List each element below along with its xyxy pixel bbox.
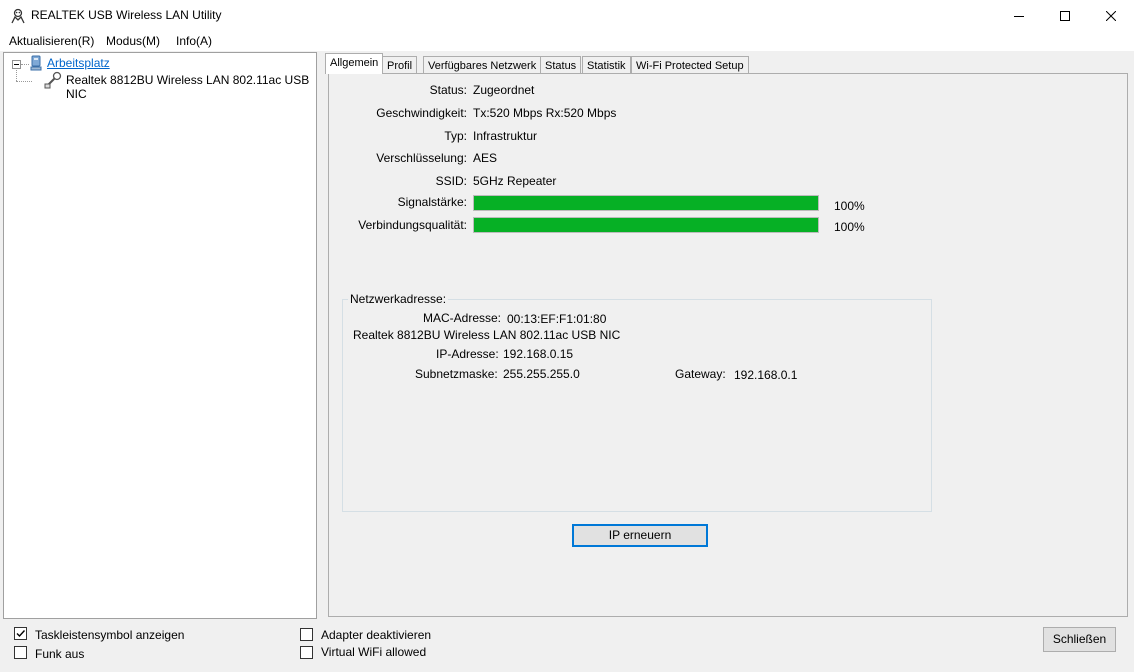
ssid-label: SSID:: [435, 174, 467, 188]
tab-wps[interactable]: Wi-Fi Protected Setup: [631, 56, 749, 74]
disable-adapter-checkbox[interactable]: [300, 628, 313, 641]
device-tree: Arbeitsplatz Realtek 8812BU Wireless LAN…: [3, 52, 317, 619]
subnet-value: 255.255.255.0: [503, 367, 580, 381]
tab-profil[interactable]: Profil: [382, 56, 418, 74]
signal-strength-bar: [473, 195, 819, 211]
disable-adapter-label: Adapter deaktivieren: [321, 628, 432, 642]
quality-label: Verbindungsqualität:: [358, 218, 467, 232]
close-window-button[interactable]: [1088, 0, 1134, 31]
speed-value: Tx:520 Mbps Rx:520 Mbps: [473, 106, 617, 120]
status-value: Zugeordnet: [473, 83, 535, 97]
link-quality-fill: [474, 218, 818, 232]
minimize-button[interactable]: [996, 0, 1042, 31]
menu-modus[interactable]: Modus(M): [106, 34, 160, 48]
adapter-name: Realtek 8812BU Wireless LAN 802.11ac USB…: [353, 328, 621, 342]
virtual-wifi-label: Virtual WiFi allowed: [321, 645, 427, 659]
radio-off-checkbox[interactable]: [14, 646, 27, 659]
menu-info[interactable]: Info(A): [176, 34, 212, 48]
mac-value: 00:13:EF:F1:01:80: [507, 312, 607, 326]
speed-label: Geschwindigkeit:: [376, 106, 467, 120]
checkmark-icon: [16, 630, 26, 638]
subnet-label: Subnetzmaske:: [415, 367, 498, 381]
virtual-wifi-checkbox[interactable]: [300, 646, 313, 659]
tree-item-adapter[interactable]: Realtek 8812BU Wireless LAN 802.11ac USB…: [66, 73, 316, 101]
menu-bar: Aktualisieren(R) Modus(M) Info(A): [0, 31, 1134, 51]
encryption-label: Verschlüsselung:: [376, 151, 467, 165]
close-icon: [1106, 10, 1116, 21]
tab-verfuegbares-netzwerk[interactable]: Verfügbares Netzwerk: [423, 56, 542, 74]
ip-label: IP-Adresse:: [436, 347, 499, 361]
tray-icon-checkbox[interactable]: [14, 627, 27, 640]
tab-status[interactable]: Status: [540, 56, 582, 74]
tree-collapse-toggle[interactable]: [12, 60, 21, 69]
title-bar: REALTEK USB Wireless LAN Utility: [0, 0, 1134, 31]
link-quality-bar: [473, 217, 819, 233]
type-value: Infrastruktur: [473, 129, 538, 143]
renew-ip-button[interactable]: IP erneuern: [572, 524, 708, 547]
computer-icon: [30, 55, 42, 71]
radio-off-label: Funk aus: [35, 647, 85, 661]
tree-root-arbeitsplatz[interactable]: Arbeitsplatz: [47, 56, 110, 70]
mac-label: MAC-Adresse:: [423, 311, 502, 325]
ip-value: 192.168.0.15: [503, 347, 574, 361]
maximize-icon: [1060, 10, 1070, 21]
gateway-value: 192.168.0.1: [734, 368, 798, 382]
tray-icon-label: Taskleistensymbol anzeigen: [35, 628, 185, 642]
close-button[interactable]: Schließen: [1043, 627, 1116, 652]
network-address-title: Netzwerkadresse:: [348, 292, 449, 306]
minimize-icon: [1014, 15, 1024, 17]
type-label: Typ:: [444, 129, 467, 143]
tree-connector: [16, 81, 32, 82]
status-label: Status:: [429, 83, 467, 97]
ssid-value: 5GHz Repeater: [473, 174, 557, 188]
encryption-value: AES: [473, 151, 498, 165]
gateway-label: Gateway:: [675, 367, 726, 381]
tree-connector: [16, 70, 17, 81]
signal-label: Signalstärke:: [397, 195, 467, 209]
menu-aktualisieren[interactable]: Aktualisieren(R): [9, 34, 94, 48]
network-adapter-icon: [44, 71, 62, 89]
window-title: REALTEK USB Wireless LAN Utility: [31, 8, 222, 22]
realtek-app-icon: [11, 8, 25, 24]
maximize-button[interactable]: [1042, 0, 1088, 31]
signal-strength-fill: [474, 196, 818, 210]
tab-allgemein[interactable]: Allgemein: [325, 53, 384, 74]
tab-statistik[interactable]: Statistik: [582, 56, 631, 74]
signal-percent: 100%: [834, 199, 865, 213]
quality-percent: 100%: [834, 220, 865, 234]
